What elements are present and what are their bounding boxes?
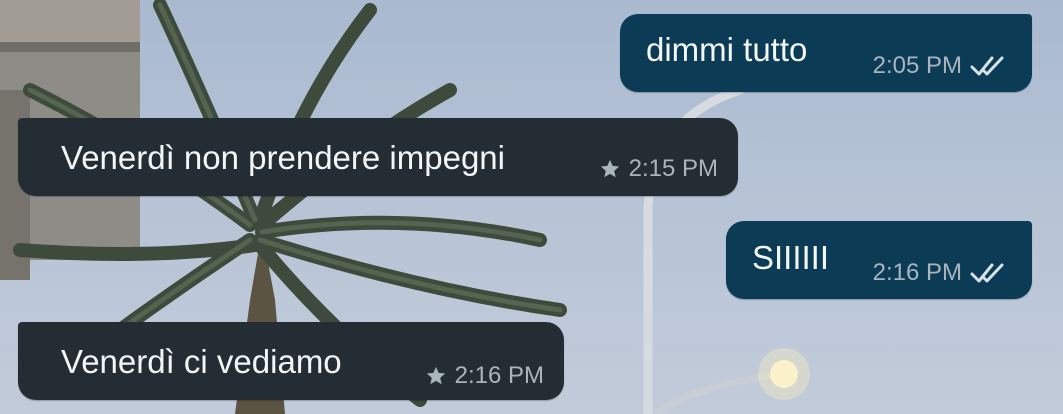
double-check-icon bbox=[970, 263, 1004, 283]
star-icon bbox=[426, 366, 445, 385]
message-meta: 2:15 PM bbox=[599, 155, 718, 183]
star-icon bbox=[600, 159, 619, 178]
message-time: 2:05 PM bbox=[872, 52, 962, 79]
message-time: 2:16 PM bbox=[454, 362, 544, 389]
message-time: 2:15 PM bbox=[628, 155, 718, 182]
message-bubble-incoming[interactable]: Venerdì ci vediamo 2:16 PM bbox=[18, 322, 564, 400]
message-text: Venerdì ci vediamo bbox=[61, 343, 342, 380]
message-meta: 2:05 PM bbox=[873, 52, 1006, 80]
message-meta: 2:16 PM bbox=[873, 259, 1006, 287]
message-text: Venerdì non prendere impegni bbox=[61, 139, 505, 176]
double-check-icon bbox=[970, 56, 1004, 76]
message-time: 2:16 PM bbox=[872, 259, 962, 286]
message-bubble-outgoing[interactable]: dimmi tutto 2:05 PM bbox=[620, 14, 1032, 92]
message-bubble-incoming[interactable]: Venerdì non prendere impegni 2:15 PM bbox=[18, 118, 738, 196]
message-text: SIIIIII bbox=[752, 239, 830, 276]
message-text: dimmi tutto bbox=[646, 31, 808, 68]
message-bubble-outgoing[interactable]: SIIIIII 2:16 PM bbox=[726, 221, 1032, 299]
message-meta: 2:16 PM bbox=[425, 362, 544, 390]
